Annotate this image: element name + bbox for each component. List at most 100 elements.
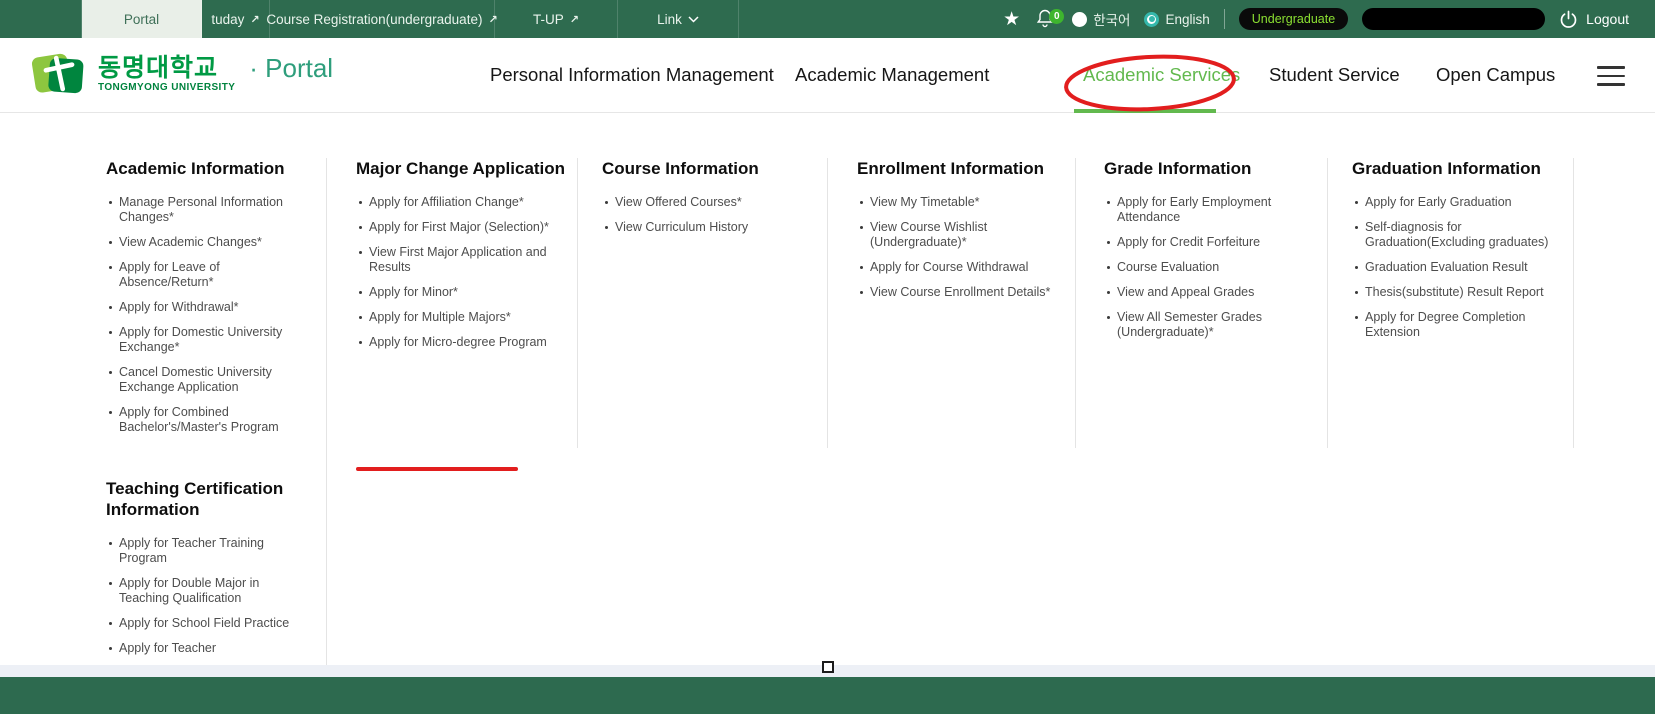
red-underline-annotation xyxy=(356,467,518,471)
tab-course-registration-label: Course Registration(undergraduate) xyxy=(266,12,482,27)
column-divider xyxy=(326,158,327,665)
menu-item-list: Manage Personal Information Changes* View… xyxy=(106,195,302,435)
nav-academic-management[interactable]: Academic Management xyxy=(795,38,989,112)
menu-column-course-information: Course Information View Offered Courses*… xyxy=(602,158,802,245)
menu-item[interactable]: Apply for Leave of Absence/Return* xyxy=(106,260,302,290)
tab-link[interactable]: Link xyxy=(618,0,739,38)
favorites-star-icon[interactable]: ★ xyxy=(1003,10,1020,29)
language-korean-label: 한국어 xyxy=(1093,9,1130,29)
menu-item-list: Apply for Affiliation Change* Apply for F… xyxy=(356,195,571,350)
menu-item[interactable]: Thesis(substitute) Result Report xyxy=(1352,285,1557,300)
menu-item-list: Apply for Teacher Training Program Apply … xyxy=(106,536,302,656)
column-divider xyxy=(827,158,828,448)
notification-count-badge: 0 xyxy=(1049,9,1064,24)
role-badge: Undergraduate xyxy=(1239,8,1348,30)
menu-item[interactable]: Apply for Double Major in Teaching Quali… xyxy=(106,576,302,606)
university-logo-mark xyxy=(30,46,88,102)
menu-item[interactable]: View Course Enrollment Details* xyxy=(857,285,1053,300)
redacted-username xyxy=(1362,8,1545,30)
university-name-english: TONGMYONG UNIVERSITY xyxy=(98,82,235,93)
menu-column-grade-information: Grade Information Apply for Early Employ… xyxy=(1104,158,1279,350)
resize-handle-artifact xyxy=(822,661,834,673)
menu-item[interactable]: Apply for Micro-degree Program xyxy=(356,335,571,350)
menu-item[interactable]: Apply for Multiple Majors* xyxy=(356,310,571,325)
language-option-english[interactable]: English xyxy=(1144,12,1209,27)
menu-column-teaching-certification: Teaching Certification Information Apply… xyxy=(106,478,302,665)
menu-item[interactable]: Apply for First Major (Selection)* xyxy=(356,220,571,235)
portal-page: Portal tuday ↗ Course Registration(under… xyxy=(0,0,1655,714)
menu-item[interactable]: Apply for School Field Practice xyxy=(106,616,302,631)
menu-item[interactable]: Apply for Minor* xyxy=(356,285,571,300)
menu-item[interactable]: Cancel Domestic University Exchange Appl… xyxy=(106,365,302,395)
notification-bell-icon[interactable]: 0 xyxy=(1036,8,1058,30)
menu-item[interactable]: Graduation Evaluation Result xyxy=(1352,260,1557,275)
chevron-down-icon xyxy=(688,16,699,23)
menu-item-list: View Offered Courses* View Curriculum His… xyxy=(602,195,802,235)
column-divider xyxy=(1573,158,1574,448)
topbar-right-cluster: ★ 0 한국어 English Undergraduate xyxy=(1003,0,1655,38)
menu-item[interactable]: Apply for Course Withdrawal xyxy=(857,260,1053,275)
menu-column-enrollment-information: Enrollment Information View My Timetable… xyxy=(857,158,1053,310)
language-option-korean[interactable]: 한국어 xyxy=(1072,9,1130,29)
menu-item[interactable]: View My Timetable* xyxy=(857,195,1053,210)
academic-services-mega-menu: Academic Information Manage Personal Inf… xyxy=(0,114,1655,665)
logout-label: Logout xyxy=(1586,11,1629,27)
tab-portal[interactable]: Portal xyxy=(82,0,202,38)
menu-item[interactable]: Apply for Domestic University Exchange* xyxy=(106,325,302,355)
menu-item[interactable]: Apply for Teacher Training Program xyxy=(106,536,302,566)
menu-item-list: Apply for Early Graduation Self-diagnosis… xyxy=(1352,195,1557,340)
menu-item-list: Apply for Early Employment Attendance App… xyxy=(1104,195,1279,340)
menu-item[interactable]: View Academic Changes* xyxy=(106,235,302,250)
menu-item[interactable]: View Course Wishlist (Undergraduate)* xyxy=(857,220,1053,250)
hamburger-menu-icon[interactable] xyxy=(1597,66,1625,92)
menu-heading: Course Information xyxy=(602,158,802,179)
menu-item[interactable]: Self-diagnosis for Graduation(Excluding … xyxy=(1352,220,1557,250)
external-link-icon: ↗ xyxy=(570,13,579,26)
tab-portal-label: Portal xyxy=(124,12,159,27)
university-logo[interactable]: 동명대학교 TONGMYONG UNIVERSITY · Portal xyxy=(30,46,333,102)
menu-item[interactable]: Apply for Teacher xyxy=(106,641,302,656)
menu-heading: Graduation Information xyxy=(1352,158,1557,179)
nav-academic-services[interactable]: Academic Services xyxy=(1083,38,1240,112)
logout-button[interactable]: Logout xyxy=(1559,10,1629,29)
menu-item[interactable]: Manage Personal Information Changes* xyxy=(106,195,302,225)
menu-item[interactable]: View Offered Courses* xyxy=(602,195,802,210)
nav-student-service[interactable]: Student Service xyxy=(1269,38,1400,112)
column-divider xyxy=(577,158,578,448)
portal-wordmark: · Portal xyxy=(249,53,333,96)
column-divider xyxy=(1327,158,1328,448)
menu-item[interactable]: Course Evaluation xyxy=(1104,260,1279,275)
column-divider xyxy=(1075,158,1076,448)
footer-bar xyxy=(0,677,1655,714)
menu-item[interactable]: Apply for Combined Bachelor's/Master's P… xyxy=(106,405,302,435)
power-icon xyxy=(1559,10,1578,29)
tab-tuday-label: tuday xyxy=(211,12,244,27)
menu-item[interactable]: Apply for Affiliation Change* xyxy=(356,195,571,210)
menu-item[interactable]: Apply for Early Employment Attendance xyxy=(1104,195,1279,225)
tab-tup[interactable]: T-UP ↗ xyxy=(495,0,618,38)
main-header: 동명대학교 TONGMYONG UNIVERSITY · Portal Pers… xyxy=(0,38,1655,113)
university-name-korean: 동명대학교 xyxy=(98,55,235,83)
menu-item[interactable]: View Curriculum History xyxy=(602,220,802,235)
tab-tup-label: T-UP xyxy=(533,12,564,27)
menu-item[interactable]: View All Semester Grades (Undergraduate)… xyxy=(1104,310,1279,340)
menu-item[interactable]: Apply for Withdrawal* xyxy=(106,300,302,315)
tab-tuday[interactable]: tuday ↗ xyxy=(202,0,270,38)
language-english-label: English xyxy=(1165,12,1209,27)
menu-heading: Academic Information xyxy=(106,158,302,179)
menu-item[interactable]: Apply for Degree Completion Extension xyxy=(1352,310,1557,340)
menu-item[interactable]: View and Appeal Grades xyxy=(1104,285,1279,300)
menu-item[interactable]: Apply for Early Graduation xyxy=(1352,195,1557,210)
menu-heading: Grade Information xyxy=(1104,158,1279,179)
menu-heading: Enrollment Information xyxy=(857,158,1053,179)
topbar-divider xyxy=(1224,9,1225,29)
nav-open-campus[interactable]: Open Campus xyxy=(1436,38,1555,112)
menu-item-list: View My Timetable* View Course Wishlist (… xyxy=(857,195,1053,300)
tab-course-registration[interactable]: Course Registration(undergraduate) ↗ xyxy=(270,0,495,38)
menu-column-academic-information: Academic Information Manage Personal Inf… xyxy=(106,158,302,445)
nav-personal-information-management[interactable]: Personal Information Management xyxy=(490,38,774,112)
menu-item[interactable]: View First Major Application and Results xyxy=(356,245,571,275)
active-nav-underline xyxy=(1074,109,1216,113)
tab-link-label: Link xyxy=(657,12,682,27)
menu-item[interactable]: Apply for Credit Forfeiture xyxy=(1104,235,1279,250)
